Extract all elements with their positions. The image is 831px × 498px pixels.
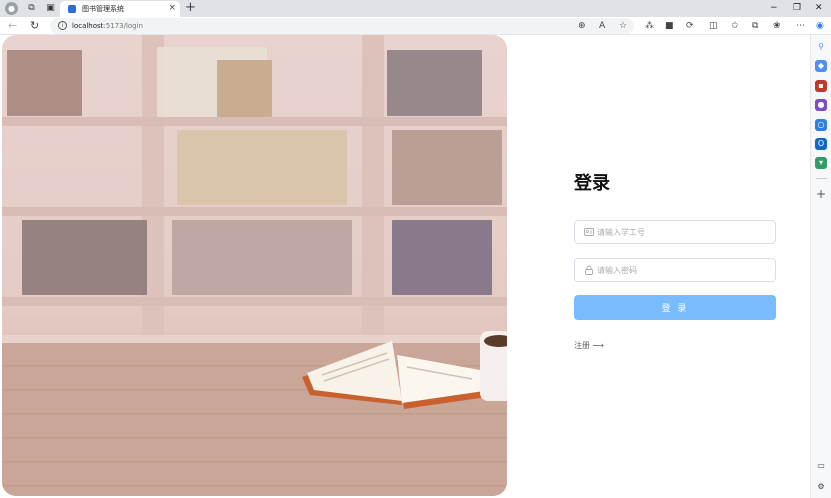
login-panel: 登录 登 录 注册 ⟶ — [507, 35, 810, 498]
copilot-icon[interactable]: ❀ — [773, 19, 781, 33]
favorites-bar-icon[interactable]: ✩ — [731, 19, 739, 33]
browser-toolbar: ← ↻ i localhost:5173/login ⊕ A ☆ ⁂ ■ ⟳ ◫… — [0, 17, 831, 35]
login-button[interactable]: 登 录 — [574, 295, 776, 320]
book — [392, 130, 502, 205]
edge-copilot-icon[interactable]: ◉ — [816, 19, 824, 33]
info-icon[interactable]: i — [58, 21, 67, 30]
people-icon[interactable]: ● — [815, 99, 827, 111]
open-book — [302, 341, 487, 409]
register-link[interactable]: 注册 ⟶ — [574, 340, 604, 352]
book — [7, 50, 82, 116]
book — [387, 50, 482, 116]
book — [177, 130, 347, 205]
tab-title: 图书管理系统 — [82, 5, 124, 13]
favorite-icon[interactable]: ☆ — [619, 19, 627, 33]
hide-sidebar-icon[interactable]: ▭ — [815, 460, 827, 472]
hero-image — [2, 35, 507, 496]
new-tab-button[interactable]: + — [185, 0, 196, 16]
minimize-button[interactable]: − — [770, 1, 778, 15]
sidebar-divider — [816, 178, 827, 179]
tools-icon[interactable]: ▪ — [815, 80, 827, 92]
split-icon[interactable]: ⁂ — [645, 19, 654, 33]
restore-button[interactable]: ❐ — [793, 1, 801, 15]
collections-icon[interactable]: ⧉ — [752, 19, 758, 33]
sidebar-settings-icon[interactable]: ⚙ — [815, 481, 827, 493]
lock-icon — [585, 265, 593, 275]
workspaces-icon[interactable]: ⧉ — [25, 2, 38, 15]
read-aloud-icon[interactable]: A — [599, 19, 605, 33]
tab-library-system[interactable]: 图书管理系统 × — [60, 1, 180, 17]
zoom-icon[interactable]: ⊕ — [578, 19, 586, 33]
outlook-icon[interactable]: O — [815, 138, 827, 150]
password-input[interactable] — [597, 261, 767, 279]
refresh-icon[interactable]: ↻ — [30, 19, 39, 33]
book — [22, 220, 147, 295]
page-title: 登录 — [574, 173, 610, 194]
favicon-icon — [68, 5, 76, 13]
extensions-icon[interactable]: ■ — [665, 19, 674, 33]
browser-essentials-icon[interactable]: ⟳ — [686, 19, 694, 33]
id-card-icon — [584, 228, 594, 236]
book — [217, 60, 272, 117]
office-icon[interactable]: ○ — [815, 119, 827, 131]
shelf-board — [2, 297, 507, 306]
url-text[interactable]: localhost:5173/login — [72, 20, 143, 32]
shopping-icon[interactable]: ◆ — [815, 60, 827, 72]
profile-icon[interactable]: ● — [5, 2, 18, 15]
shelf-board — [2, 117, 507, 126]
username-field[interactable] — [574, 220, 776, 244]
browser-tab-bar: ● ⧉ ▣ 图书管理系统 × + − ❐ ✕ — [0, 0, 831, 17]
more-icon[interactable]: ⋯ — [796, 19, 805, 33]
add-sidebar-app-icon[interactable]: + — [816, 188, 826, 200]
tab-actions-icon[interactable]: ▣ — [44, 2, 57, 15]
address-bar[interactable]: i localhost:5173/login ⊕ A ☆ — [50, 18, 634, 34]
shelf-board — [2, 207, 507, 216]
back-icon[interactable]: ← — [8, 19, 17, 33]
tab-close-icon[interactable]: × — [168, 2, 176, 14]
book — [392, 220, 492, 295]
shelf-upright — [362, 35, 384, 355]
search-icon[interactable]: ⚲ — [815, 41, 827, 53]
close-window-button[interactable]: ✕ — [815, 1, 823, 15]
password-field[interactable] — [574, 258, 776, 282]
coffee — [484, 335, 507, 347]
split-screen-icon[interactable]: ◫ — [709, 19, 718, 33]
book — [172, 220, 352, 295]
drop-icon[interactable]: ▾ — [815, 157, 827, 169]
browser-sidebar: ⚲ ◆ ▪ ● ○ O ▾ + ▭ ⚙ — [810, 35, 831, 498]
username-input[interactable] — [597, 223, 767, 241]
